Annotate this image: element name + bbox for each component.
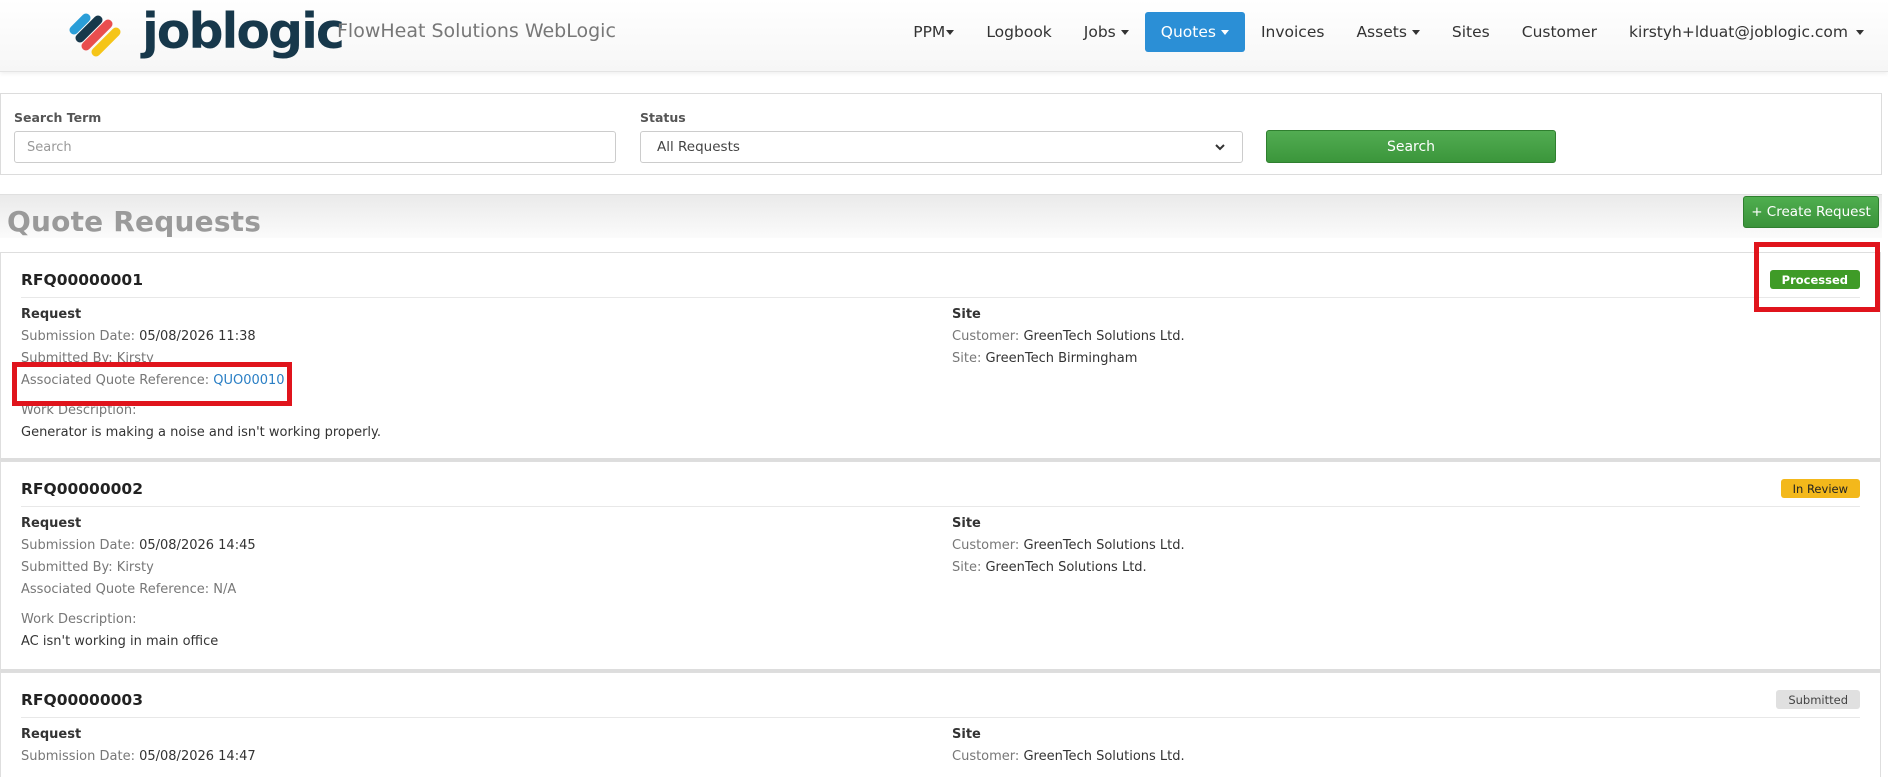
site-details: Site Customer: GreenTech Solutions Ltd. … xyxy=(952,513,1185,579)
status-label: Status xyxy=(640,110,686,125)
site-heading: Site xyxy=(952,516,981,531)
nav-sites[interactable]: Sites xyxy=(1436,12,1506,52)
nav-logbook-label: Logbook xyxy=(986,23,1052,41)
nav-assets-label: Assets xyxy=(1356,23,1407,41)
main-nav: PPM Logbook Jobs Quotes Invoices Assets … xyxy=(897,12,1888,52)
caret-down-icon xyxy=(946,29,955,35)
status-badge: In Review xyxy=(1780,479,1860,498)
customer-row: Customer: GreenTech Solutions Ltd. xyxy=(952,746,1185,768)
submitted-by-value: Kirsty xyxy=(116,560,154,575)
caret-down-icon xyxy=(1411,29,1420,35)
customer-row: Customer: GreenTech Solutions Ltd. xyxy=(952,326,1185,348)
customer-row: Customer: GreenTech Solutions Ltd. xyxy=(952,535,1185,557)
request-heading: Request xyxy=(21,727,82,742)
quote-reference-label: Associated Quote Reference: xyxy=(21,582,210,597)
work-description-label: Work Description: xyxy=(21,612,137,627)
nav-ppm-label: PPM xyxy=(913,23,946,41)
status-select[interactable]: All Requests xyxy=(640,131,1243,163)
nav-quotes[interactable]: Quotes xyxy=(1144,12,1245,52)
request-id[interactable]: RFQ00000002 xyxy=(21,480,143,498)
nav-user-menu[interactable]: kirstyh+lduat@joblogic.com xyxy=(1613,12,1888,52)
customer-value: GreenTech Solutions Ltd. xyxy=(1023,538,1185,553)
site-value: GreenTech Birmingham xyxy=(985,351,1138,366)
page-title-bar: Quote Requests xyxy=(0,194,1882,238)
customer-value: GreenTech Solutions Ltd. xyxy=(1023,749,1185,764)
site-details: Site Customer: GreenTech Solutions Ltd. xyxy=(952,724,1185,768)
site-heading: Site xyxy=(952,727,981,742)
submission-date-label: Submission Date: xyxy=(21,329,135,344)
nav-invoices-label: Invoices xyxy=(1260,23,1325,41)
submission-date-row: Submission Date: 05/08/2026 14:47 xyxy=(21,746,256,768)
search-button[interactable]: Search xyxy=(1266,130,1556,163)
user-email: kirstyh+lduat@joblogic.com xyxy=(1629,23,1848,41)
card-divider xyxy=(21,506,1860,507)
nav-sites-label: Sites xyxy=(1451,23,1490,41)
submission-date-value: 05/08/2026 14:47 xyxy=(139,749,256,764)
site-heading: Site xyxy=(952,307,981,322)
nav-jobs-label: Jobs xyxy=(1083,23,1116,41)
card-divider xyxy=(21,717,1860,718)
site-row: Site: GreenTech Solutions Ltd. xyxy=(952,557,1185,579)
status-selected-value: All Requests xyxy=(657,139,740,155)
request-id[interactable]: RFQ00000003 xyxy=(21,691,143,709)
customer-label: Customer: xyxy=(952,749,1020,764)
search-input[interactable] xyxy=(14,131,616,163)
top-navbar: joblogic FlowHeat Solutions WebLogic PPM… xyxy=(0,0,1888,72)
card-divider xyxy=(21,297,1860,298)
nav-quotes-label: Quotes xyxy=(1160,23,1216,41)
search-term-label: Search Term xyxy=(14,110,102,125)
submission-date-row: Submission Date: 05/08/2026 11:38 xyxy=(21,326,381,348)
annotation-box-status xyxy=(1754,242,1880,312)
request-card[interactable]: RFQ00000002 In Review Request Submission… xyxy=(0,461,1881,672)
site-row: Site: GreenTech Birmingham xyxy=(952,348,1185,370)
request-id[interactable]: RFQ00000001 xyxy=(21,271,143,289)
joblogic-wordmark[interactable]: joblogic xyxy=(142,2,345,62)
app-title: FlowHeat Solutions WebLogic xyxy=(337,20,616,42)
request-heading: Request xyxy=(21,516,82,531)
chevron-down-icon xyxy=(1215,144,1225,151)
nav-assets[interactable]: Assets xyxy=(1340,12,1435,52)
customer-label: Customer: xyxy=(952,329,1020,344)
submission-date-value: 05/08/2026 14:45 xyxy=(139,538,256,553)
site-value: GreenTech Solutions Ltd. xyxy=(985,560,1147,575)
site-details: Site Customer: GreenTech Solutions Ltd. … xyxy=(952,304,1185,370)
nav-customer[interactable]: Customer xyxy=(1506,12,1613,52)
customer-value: GreenTech Solutions Ltd. xyxy=(1023,329,1185,344)
nav-customer-label: Customer xyxy=(1521,23,1598,41)
quote-reference-row: Associated Quote Reference: N/A xyxy=(21,579,256,601)
page-title: Quote Requests xyxy=(7,205,262,238)
request-details: Request Submission Date: 05/08/2026 14:4… xyxy=(21,724,256,768)
quote-reference-value: N/A xyxy=(213,582,237,597)
site-label: Site: xyxy=(952,351,982,366)
customer-label: Customer: xyxy=(952,538,1020,553)
submitted-by-row: Submitted By: Kirsty xyxy=(21,557,256,579)
caret-down-icon xyxy=(1220,29,1229,35)
nav-logbook[interactable]: Logbook xyxy=(970,12,1067,52)
request-heading: Request xyxy=(21,307,82,322)
nav-ppm[interactable]: PPM xyxy=(897,12,970,52)
submitted-by-label: Submitted By: xyxy=(21,560,113,575)
submission-date-row: Submission Date: 05/08/2026 14:45 xyxy=(21,535,256,557)
site-label: Site: xyxy=(952,560,982,575)
nav-invoices[interactable]: Invoices xyxy=(1245,12,1341,52)
submission-date-label: Submission Date: xyxy=(21,749,135,764)
status-badge: Submitted xyxy=(1776,690,1860,709)
create-request-button[interactable]: + Create Request xyxy=(1743,196,1879,228)
caret-down-icon xyxy=(1120,29,1129,35)
request-card[interactable]: RFQ00000001 Processed Request Submission… xyxy=(0,252,1881,461)
submission-date-value: 05/08/2026 11:38 xyxy=(139,329,256,344)
request-details: Request Submission Date: 05/08/2026 14:4… xyxy=(21,513,256,653)
caret-down-icon xyxy=(1856,29,1864,35)
submission-date-label: Submission Date: xyxy=(21,538,135,553)
work-description-text: AC isn't working in main office xyxy=(21,634,219,649)
request-card[interactable]: RFQ00000003 Submitted Request Submission… xyxy=(0,672,1881,777)
work-description-text: Generator is making a noise and isn't wo… xyxy=(21,425,382,440)
search-panel: Search Term Status All Requests Search xyxy=(0,93,1882,175)
joblogic-logo-icon[interactable] xyxy=(64,8,126,58)
annotation-box-quote-reference xyxy=(12,362,292,406)
nav-jobs[interactable]: Jobs xyxy=(1068,12,1145,52)
